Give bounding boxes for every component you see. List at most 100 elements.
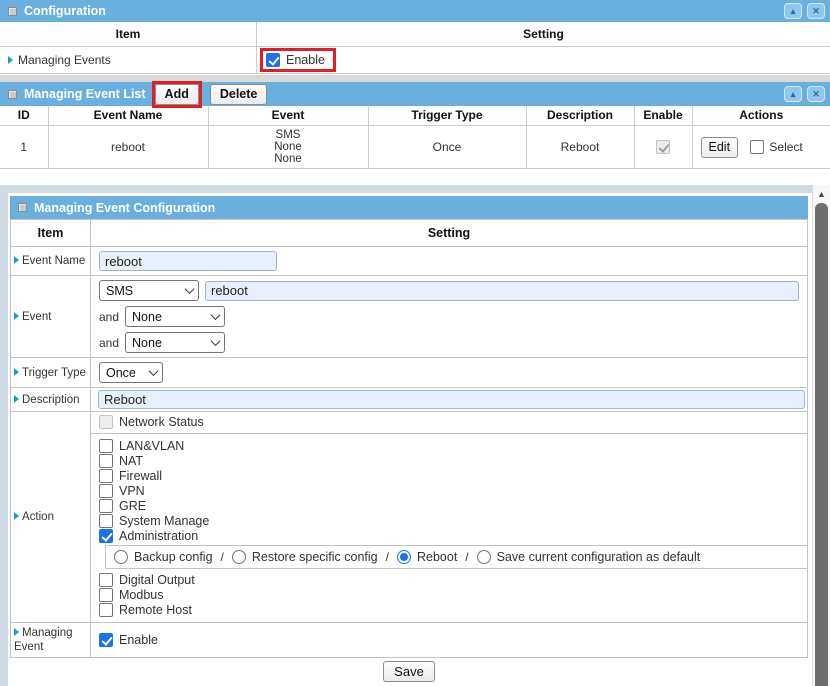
event-name-input[interactable]	[99, 251, 277, 271]
item-arrow-icon	[14, 395, 19, 403]
config-table-header-row: Item Setting	[11, 220, 808, 247]
managing-event-label-cell: Managing Event	[11, 623, 91, 658]
trigger-type-setting-cell: Once	[91, 358, 808, 388]
action-item-gre[interactable]: GRE	[99, 498, 799, 513]
action-item-remote-host[interactable]: Remote Host	[99, 602, 799, 617]
network-status-label: Network Status	[119, 415, 204, 429]
event-list-header-row: ID Event Name Event Trigger Type Descrip…	[0, 106, 830, 126]
action-item-modbus[interactable]: Modbus	[99, 587, 799, 602]
cell-description: Reboot	[526, 126, 634, 169]
and-label: and	[99, 336, 119, 350]
and-label: and	[99, 310, 119, 324]
trigger-type-value: Once	[106, 366, 136, 380]
section-square-icon	[18, 203, 27, 212]
add-button[interactable]: Add	[155, 84, 199, 105]
close-button[interactable]: ✕	[807, 3, 825, 19]
event-condition-3: None	[209, 153, 368, 165]
action-item-nat[interactable]: NAT	[99, 453, 799, 468]
event-value-input[interactable]	[205, 281, 799, 301]
event-condition2-select[interactable]: None	[125, 306, 225, 327]
event-condition3-value: None	[132, 336, 162, 350]
backup-config-radio[interactable]	[114, 550, 128, 564]
col-setting: Setting	[257, 22, 830, 46]
scroll-up-arrow-icon[interactable]: ▲	[813, 185, 830, 202]
row-enable-checkbox	[656, 140, 670, 154]
system-manage-checkbox[interactable]	[99, 514, 113, 528]
configuration-header: Configuration ▴ ✕	[0, 0, 830, 22]
vpn-label: VPN	[119, 484, 145, 498]
event-type-value: SMS	[106, 284, 133, 298]
administration-checkbox[interactable]	[99, 529, 113, 543]
event-list-section: Managing Event List Add Delete ▴ ✕ ID Ev…	[0, 82, 830, 169]
event-name-label: Event Name	[22, 255, 85, 267]
backup-config-label: Backup config	[134, 550, 213, 564]
gre-label: GRE	[119, 499, 146, 513]
remote-host-checkbox[interactable]	[99, 603, 113, 617]
section-square-icon	[8, 7, 17, 16]
network-status-subrow: Network Status	[91, 412, 807, 434]
managing-events-enable-checkbox[interactable]	[266, 53, 280, 67]
vpn-checkbox[interactable]	[99, 484, 113, 498]
cell-event: SMS None None	[208, 126, 368, 169]
cell-enable	[634, 126, 692, 169]
event-name-label-cell: Event Name	[11, 247, 91, 276]
close-button[interactable]: ✕	[807, 86, 825, 102]
save-default-radio[interactable]	[477, 550, 491, 564]
digital-output-checkbox[interactable]	[99, 573, 113, 587]
edit-button[interactable]: Edit	[701, 137, 739, 158]
event-name-row: Event Name	[11, 247, 808, 276]
managing-event-setting-cell: Enable	[91, 623, 808, 658]
action-row: Action Network Status LAN&VLAN NAT	[11, 412, 808, 623]
description-setting-cell	[91, 388, 808, 412]
reboot-radio[interactable]	[397, 550, 411, 564]
vertical-scrollbar[interactable]: ▲	[812, 185, 830, 686]
col-setting: Setting	[91, 220, 808, 247]
collapse-button[interactable]: ▴	[784, 3, 802, 19]
action-item-system-manage[interactable]: System Manage	[99, 513, 799, 528]
event-name-setting-cell	[91, 247, 808, 276]
action-label: Action	[22, 511, 54, 523]
event-type-select[interactable]: SMS	[99, 280, 199, 301]
save-row: Save	[10, 658, 808, 682]
managing-event-enable[interactable]: Enable	[99, 631, 799, 649]
lan-vlan-checkbox[interactable]	[99, 439, 113, 453]
item-arrow-icon	[14, 368, 19, 376]
gre-checkbox[interactable]	[99, 499, 113, 513]
action-item-firewall[interactable]: Firewall	[99, 468, 799, 483]
cell-id: 1	[0, 126, 48, 169]
event-condition-1: SMS	[209, 129, 368, 141]
row-select-checkbox[interactable]	[750, 140, 764, 154]
managing-event-enable-checkbox[interactable]	[99, 633, 113, 647]
nat-checkbox[interactable]	[99, 454, 113, 468]
save-button[interactable]: Save	[383, 661, 435, 682]
managing-events-label: Managing Events	[18, 53, 111, 67]
delete-button[interactable]: Delete	[210, 84, 268, 105]
trigger-type-label: Trigger Type	[22, 367, 86, 379]
scrollbar-thumb[interactable]	[815, 203, 828, 686]
chevron-down-icon	[211, 336, 221, 346]
modbus-checkbox[interactable]	[99, 588, 113, 602]
collapse-button[interactable]: ▴	[784, 86, 802, 102]
restore-config-radio[interactable]	[232, 550, 246, 564]
managing-events-row: Managing Events Enable	[0, 47, 830, 74]
chevron-down-icon	[211, 310, 221, 320]
digital-output-label: Digital Output	[119, 573, 195, 587]
action-item-digital-output[interactable]: Digital Output	[99, 572, 799, 587]
cell-actions: Edit Select	[692, 126, 830, 169]
event-condition3-select[interactable]: None	[125, 332, 225, 353]
modbus-label: Modbus	[119, 588, 163, 602]
action-item-vpn[interactable]: VPN	[99, 483, 799, 498]
configuration-section: Configuration ▴ ✕ Item Setting Managing …	[0, 0, 830, 74]
col-trigger-type: Trigger Type	[368, 106, 526, 126]
managing-event-enable-label: Enable	[119, 633, 158, 647]
configuration-title: Configuration	[24, 4, 106, 18]
firewall-checkbox[interactable]	[99, 469, 113, 483]
description-input[interactable]	[98, 390, 805, 409]
action-item-administration[interactable]: Administration	[99, 528, 799, 543]
lan-vlan-label: LAN&VLAN	[119, 439, 184, 453]
reboot-label: Reboot	[417, 550, 457, 564]
save-default-label: Save current configuration as default	[497, 550, 701, 564]
action-item-lan-vlan[interactable]: LAN&VLAN	[99, 438, 799, 453]
trigger-type-select[interactable]: Once	[99, 362, 163, 383]
separator: /	[221, 550, 224, 564]
